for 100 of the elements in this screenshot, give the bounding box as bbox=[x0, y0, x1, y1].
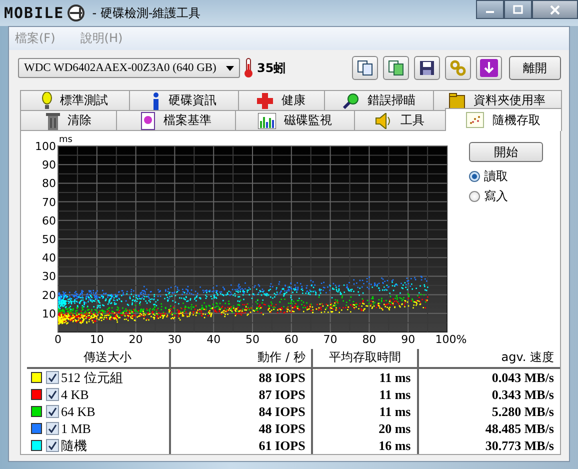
tab[interactable]: 錯誤掃瞄 bbox=[324, 90, 434, 110]
x-axis-label: 70 bbox=[323, 333, 338, 345]
table-cell: 5.280 MB/s bbox=[492, 404, 554, 418]
table-cell: 20 ms bbox=[378, 420, 411, 436]
start-button[interactable]: 開始 bbox=[469, 142, 543, 162]
y-axis-label: 50 bbox=[42, 233, 56, 246]
scatter-icon bbox=[466, 112, 484, 128]
caret-icon bbox=[226, 66, 234, 70]
axis-unit: ms bbox=[59, 135, 72, 145]
close-icon bbox=[550, 4, 560, 14]
x-axis-label: 20 bbox=[128, 333, 143, 345]
maximize-icon bbox=[513, 5, 523, 14]
column-header: 動作 / 秒 bbox=[258, 350, 306, 364]
drive-dropdown[interactable]: WDC WD6402AAEX-00Z3A0 (640 GB) bbox=[18, 58, 240, 78]
x-axis-label: 10 bbox=[90, 333, 104, 345]
tab-label: 磁碟監視 bbox=[284, 112, 332, 129]
cross-icon bbox=[257, 92, 274, 108]
maximize-button[interactable] bbox=[504, 0, 532, 19]
radio-circle[interactable] bbox=[469, 171, 480, 182]
y-axis-label: 10 bbox=[42, 307, 56, 320]
x-axis-label: 50 bbox=[246, 333, 260, 345]
table-cell: 61 IOPS bbox=[258, 438, 306, 452]
checkbox[interactable] bbox=[46, 371, 59, 384]
exit-button[interactable]: 離開 bbox=[509, 56, 561, 80]
table-cell: 1 MB bbox=[61, 420, 91, 436]
x-axis-label: 40 bbox=[206, 333, 221, 345]
table-cell: 4 KB bbox=[61, 386, 89, 402]
copy-icon[interactable] bbox=[352, 56, 378, 80]
mode-radio[interactable]: 寫入 bbox=[469, 188, 543, 205]
tab[interactable]: 磁碟監視 bbox=[235, 110, 355, 130]
table-cell: 30.773 MB/s bbox=[485, 438, 554, 452]
chain-icon[interactable] bbox=[445, 56, 471, 80]
x-axis-label: 80 bbox=[362, 333, 376, 345]
y-axis-label: 40 bbox=[42, 252, 56, 265]
bulb-icon bbox=[42, 92, 52, 110]
table-cell: 隨機 bbox=[61, 436, 87, 454]
tab[interactable]: 標準測試 bbox=[20, 90, 130, 110]
table-cell: 88 IOPS bbox=[258, 370, 306, 384]
checkbox[interactable] bbox=[46, 422, 59, 435]
temperature-reading: 35蚓 bbox=[257, 60, 286, 76]
cat-logo-icon bbox=[67, 4, 88, 22]
mode-radio[interactable]: 讀取 bbox=[469, 168, 543, 185]
table-cell: 64 KB bbox=[61, 404, 96, 420]
radio-label: 寫入 bbox=[484, 188, 508, 205]
checkbox[interactable] bbox=[46, 439, 59, 452]
speaker-icon bbox=[374, 112, 393, 128]
tab-label: 健康 bbox=[281, 92, 306, 109]
folder-icon bbox=[449, 92, 466, 108]
tab-label: 硬碟資訊 bbox=[168, 92, 216, 109]
tab[interactable]: 硬碟資訊 bbox=[129, 90, 240, 110]
tab-label: 檔案基準 bbox=[163, 112, 212, 129]
tab-label: 資料夾使用率 bbox=[473, 92, 546, 109]
y-axis-label: 60 bbox=[42, 214, 56, 228]
y-axis-label: 30 bbox=[42, 270, 56, 284]
column-header: 傳送大小 bbox=[83, 350, 132, 364]
table-cell: 84 IOPS bbox=[258, 404, 306, 418]
tab[interactable]: 資料夾使用率 bbox=[432, 90, 562, 110]
column-header: 平均存取時間 bbox=[329, 350, 402, 364]
radio-circle[interactable] bbox=[469, 191, 480, 202]
tab-label: 標準測試 bbox=[60, 92, 108, 109]
table-cell: 11 ms bbox=[379, 404, 411, 418]
tab-label: 工具 bbox=[400, 112, 425, 129]
y-axis-label: 20 bbox=[42, 288, 56, 302]
window-title: - 硬碟檢測-維護工具 bbox=[92, 4, 201, 22]
logo-text: MOBILE bbox=[4, 4, 64, 22]
checkbox[interactable] bbox=[46, 388, 59, 401]
tab[interactable]: 工具 bbox=[354, 110, 446, 130]
save-icon[interactable] bbox=[414, 56, 440, 80]
x-axis-label: 90 bbox=[401, 333, 416, 345]
download-icon[interactable] bbox=[476, 56, 502, 80]
table-cell: 512 位元組 bbox=[61, 368, 123, 386]
tab-label: 錯誤掃瞄 bbox=[368, 92, 416, 109]
tab-label: 清除 bbox=[68, 112, 92, 129]
x-axis-label: 0 bbox=[54, 333, 62, 345]
table-cell: 0.343 MB/s bbox=[492, 386, 554, 402]
table-cell: 48 IOPS bbox=[258, 420, 306, 436]
tab[interactable]: 檔案基準 bbox=[116, 110, 236, 130]
copy-image-icon[interactable] bbox=[383, 56, 409, 80]
table-cell: 11 ms bbox=[379, 386, 411, 402]
x-axis-label: 100% bbox=[435, 333, 467, 345]
y-axis-label: 90 bbox=[42, 158, 56, 172]
table-cell: 87 IOPS bbox=[258, 386, 306, 402]
info-icon bbox=[152, 92, 160, 110]
tab[interactable]: 隨機存取 bbox=[444, 108, 562, 131]
table-cell: 11 ms bbox=[379, 370, 411, 384]
y-axis-label: 70 bbox=[42, 196, 56, 209]
table-cell: 48.485 MB/s bbox=[485, 420, 554, 436]
tab[interactable]: 健康 bbox=[238, 90, 325, 110]
table-cell: 0.043 MB/s bbox=[492, 370, 554, 384]
table-cell: 16 ms bbox=[378, 438, 411, 452]
checkbox[interactable] bbox=[46, 405, 59, 418]
minimize-button[interactable] bbox=[476, 0, 504, 19]
tab[interactable]: 清除 bbox=[20, 110, 118, 130]
magnifier-icon bbox=[342, 92, 360, 108]
x-axis-label: 60 bbox=[284, 333, 298, 345]
thermometer-icon bbox=[244, 58, 253, 78]
x-axis-label: 30 bbox=[168, 333, 182, 345]
close-button[interactable] bbox=[532, 0, 578, 19]
column-header: agv. 速度 bbox=[501, 350, 554, 364]
tab-label: 隨機存取 bbox=[492, 112, 540, 128]
